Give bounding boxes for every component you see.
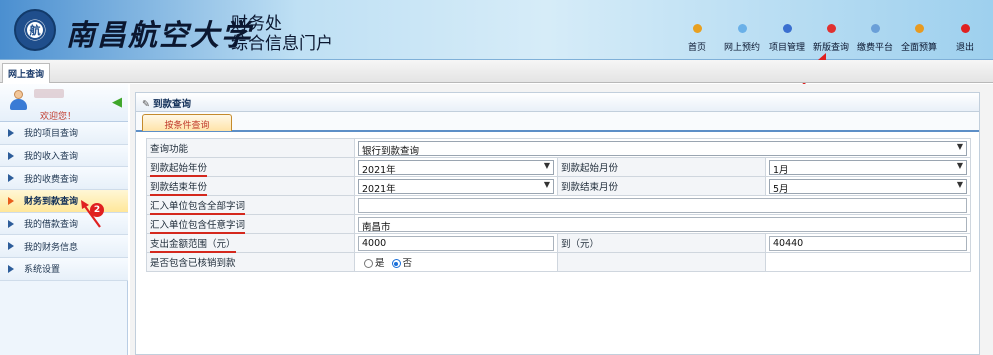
field-label: 是否包含已核销到款 [146, 252, 355, 272]
sidebar-item-label: 财务到款查询 [24, 197, 79, 208]
sidebar-item-project-query[interactable]: 我的项目查询 [0, 122, 128, 145]
pencil-icon: ✎ [142, 99, 150, 110]
arrow-right-icon [8, 151, 14, 160]
field-label: 到款起始年份 [150, 163, 208, 177]
end-month-select[interactable]: 5月 ▼ [769, 178, 967, 195]
sidebar-item-label: 我的借款查询 [24, 220, 79, 231]
folder-icon [782, 24, 792, 33]
main-content: ✎ 到款查询 按条件查询 查询功能 银行到款查询 ▼ 到款起始年份 2021年 ▼ 到… [130, 84, 993, 355]
panel-header: ✎ 到款查询 [136, 93, 979, 112]
arrow-right-icon [8, 128, 14, 137]
nav-label: 退出 [955, 43, 974, 53]
receipt-query-panel: ✎ 到款查询 按条件查询 查询功能 银行到款查询 ▼ 到款起始年份 2021年 ▼ 到… [135, 92, 980, 355]
field-label: 到款结束年份 [150, 182, 208, 196]
home-icon [692, 24, 702, 33]
tab-bar: 网上查询 [0, 60, 993, 83]
field-label: 到（元） [557, 233, 766, 253]
unit-all-words-input[interactable] [358, 197, 967, 213]
writeoff-yes-option[interactable]: 是 [364, 258, 385, 269]
budget-icon [914, 24, 924, 33]
panel-title: 到款查询 [152, 99, 191, 110]
field-label: 到款起始月份 [557, 157, 766, 177]
search-icon [826, 24, 836, 33]
chevron-down-icon: ▼ [543, 179, 550, 189]
start-month-select[interactable]: 1月 ▼ [769, 159, 967, 176]
annotation-marker-2: 2 [90, 203, 104, 217]
nav-payment-platform[interactable]: 缴费平台 [857, 24, 893, 56]
nav-label: 缴费平台 [857, 43, 894, 53]
writeoff-no-option[interactable]: 否 [391, 258, 412, 269]
subtab-bar: 按条件查询 [136, 112, 979, 132]
field-label: 支出金额范围（元） [150, 239, 236, 253]
username-redacted [34, 89, 64, 98]
sidebar-item-income-query[interactable]: 我的收入查询 [0, 144, 128, 168]
tab-online-query[interactable]: 网上查询 [2, 63, 51, 83]
sidebar-item-label: 我的收费查询 [24, 174, 79, 185]
query-form: 查询功能 银行到款查询 ▼ 到款起始年份 2021年 ▼ 到款起始月份 1月 ▼ 到款… [146, 138, 971, 272]
system-title-line2: 综合信息门户 [231, 34, 333, 54]
sidebar-item-label: 我的收入查询 [24, 152, 79, 163]
logout-icon [960, 24, 970, 33]
nav-logout[interactable]: 退出 [954, 24, 976, 56]
field-label: 查询功能 [146, 138, 355, 158]
payment-icon [870, 24, 880, 33]
sidebar-item-label: 我的财务信息 [24, 242, 79, 253]
nav-appointment[interactable]: 网上预约 [723, 24, 761, 56]
chevron-down-icon: ▼ [956, 179, 963, 189]
arrow-right-icon [8, 174, 14, 183]
field-label: 汇入单位包含全部字词 [150, 201, 246, 215]
collapse-arrow-icon[interactable]: ◀ [112, 96, 124, 109]
nav-label: 全面预算 [901, 43, 938, 53]
nav-label: 首页 [687, 43, 706, 53]
query-function-select[interactable]: 银行到款查询 ▼ [358, 140, 967, 157]
arrow-right-icon [8, 242, 14, 251]
sidebar-item-financial-info[interactable]: 我的财务信息 [0, 235, 128, 259]
end-year-select[interactable]: 2021年 ▼ [358, 178, 554, 195]
nav-budget[interactable]: 全面预算 [901, 24, 937, 56]
logo-emblem: 航 [25, 20, 45, 40]
arrow-right-icon [8, 219, 14, 228]
tab-condition-query[interactable]: 按条件查询 [142, 114, 232, 131]
sidebar-item-label: 系统设置 [24, 265, 61, 276]
amount-to-input[interactable]: 40440 [769, 235, 967, 251]
start-year-select[interactable]: 2021年 ▼ [358, 159, 554, 176]
sidebar-item-fee-query[interactable]: 我的收费查询 [0, 167, 128, 191]
chevron-down-icon: ▼ [543, 160, 550, 170]
sidebar-item-settings[interactable]: 系统设置 [0, 258, 128, 281]
calendar-icon [737, 24, 747, 33]
chevron-down-icon: ▼ [956, 141, 963, 151]
amount-from-input[interactable]: 4000 [358, 235, 554, 251]
welcome-text: 欢迎您！ [40, 112, 77, 122]
university-logo: 航 [14, 9, 56, 51]
sidebar-item-label: 我的项目查询 [24, 129, 79, 140]
field-label: 汇入单位包含任意字词 [150, 220, 246, 234]
chevron-down-icon: ▼ [956, 160, 963, 170]
nav-home[interactable]: 首页 [686, 24, 708, 56]
field-label: 到款结束月份 [557, 176, 766, 196]
radio-yes[interactable] [364, 259, 373, 268]
radio-no[interactable] [391, 259, 401, 268]
avatar [8, 89, 28, 111]
arrow-right-icon [8, 196, 14, 205]
university-name: 南昌航空大学 [66, 18, 253, 52]
nav-label: 网上预约 [723, 43, 760, 53]
user-info: 欢迎您！ ◀ [0, 84, 128, 122]
arrow-right-icon [8, 264, 14, 273]
unit-any-words-input[interactable]: 南昌市 [358, 216, 967, 233]
